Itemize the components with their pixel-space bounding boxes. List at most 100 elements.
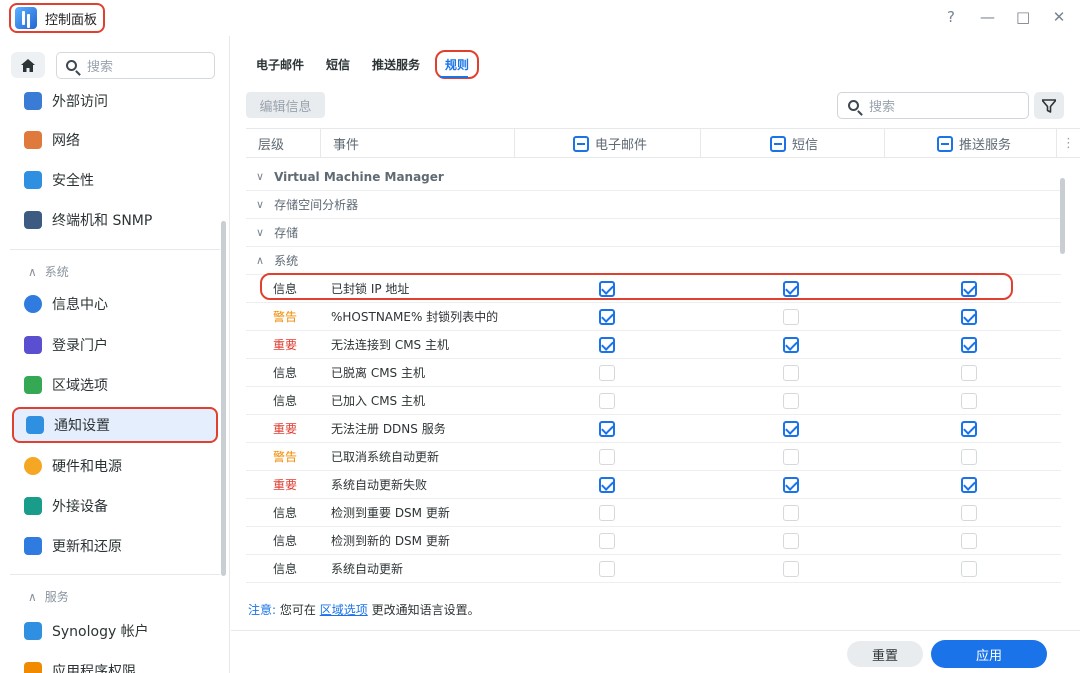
sms-select-all-checkbox[interactable] — [770, 135, 786, 152]
edit-message-button[interactable]: 编辑信息 — [246, 92, 325, 118]
apply-button[interactable]: 应用 — [931, 640, 1047, 668]
sidebar-item-shield[interactable]: 安全性 — [12, 162, 218, 198]
email-checkbox[interactable] — [599, 393, 615, 409]
push-select-all-checkbox[interactable] — [937, 135, 953, 152]
control-panel-icon — [15, 7, 37, 29]
header-sms[interactable]: 短信 — [700, 129, 884, 158]
group-row[interactable]: ∨ 存储 — [246, 219, 1061, 247]
help-icon[interactable]: ? — [944, 8, 958, 26]
chevron-down-icon: ∨ — [256, 226, 265, 239]
sidebar-item-terminal[interactable]: 终端机和 SNMP — [12, 202, 218, 238]
event-cell: 无法连接到 CMS 主机 — [331, 338, 449, 352]
push-checkbox[interactable] — [961, 365, 977, 381]
section-services[interactable]: ∧ 服务 — [28, 588, 69, 605]
maximize-icon[interactable]: □ — [1016, 8, 1030, 26]
sidebar-item-bulb[interactable]: 硬件和电源 — [12, 448, 218, 484]
push-checkbox[interactable] — [961, 561, 977, 577]
header-email[interactable]: 电子邮件 — [514, 129, 700, 158]
push-checkbox[interactable] — [961, 477, 977, 493]
close-icon[interactable]: ✕ — [1052, 8, 1066, 26]
sidebar-item-notification[interactable]: 通知设置 — [12, 407, 218, 443]
network-icon — [24, 131, 42, 149]
level-cell: 信息 — [273, 366, 298, 380]
table-scrollbar[interactable] — [1060, 178, 1065, 254]
external-access-icon — [24, 92, 42, 110]
sidebar-item-account[interactable]: Synology 帐户 — [12, 613, 218, 649]
email-checkbox[interactable] — [599, 421, 615, 437]
sidebar-item-update[interactable]: 更新和还原 — [12, 528, 218, 564]
header-level[interactable]: 层级 — [258, 129, 320, 158]
level-cell: 警告 — [273, 450, 298, 464]
push-checkbox[interactable] — [961, 393, 977, 409]
push-checkbox[interactable] — [961, 421, 977, 437]
push-checkbox[interactable] — [961, 309, 977, 325]
home-button[interactable] — [11, 52, 45, 78]
section-services-label: 服务 — [44, 590, 69, 604]
minimize-icon[interactable]: — — [980, 8, 995, 26]
sms-checkbox[interactable] — [783, 449, 799, 465]
level-cell: 重要 — [273, 422, 298, 436]
sms-checkbox[interactable] — [783, 337, 799, 353]
email-checkbox[interactable] — [599, 533, 615, 549]
sidebar-item-region-map[interactable]: 区域选项 — [12, 367, 218, 403]
header-push[interactable]: 推送服务 — [884, 129, 1056, 158]
sidebar-item-lock[interactable]: 应用程序权限 — [12, 653, 218, 673]
terminal-icon — [24, 211, 42, 229]
sms-checkbox[interactable] — [783, 561, 799, 577]
reset-button[interactable]: 重置 — [847, 641, 923, 667]
sms-checkbox[interactable] — [783, 365, 799, 381]
notification-icon — [26, 416, 44, 434]
section-system[interactable]: ∧ 系统 — [28, 263, 69, 280]
header-push-label: 推送服务 — [959, 138, 1012, 153]
push-checkbox[interactable] — [961, 533, 977, 549]
sidebar-item-info[interactable]: 信息中心 — [12, 286, 218, 322]
push-checkbox[interactable] — [961, 281, 977, 297]
chevron-up-icon: ∧ — [256, 254, 265, 267]
tab-rules[interactable]: 规则 — [435, 50, 480, 79]
group-row[interactable]: ∨ Virtual Machine Manager — [246, 163, 1061, 191]
email-checkbox[interactable] — [599, 505, 615, 521]
sidebar-item-label: 外接设备 — [52, 499, 108, 515]
sidebar-item-external-device[interactable]: 外接设备 — [12, 488, 218, 524]
email-checkbox[interactable] — [599, 365, 615, 381]
filter-button[interactable] — [1034, 92, 1064, 119]
note-text-after: 更改通知语言设置。 — [371, 603, 480, 617]
sms-checkbox[interactable] — [783, 393, 799, 409]
group-row[interactable]: ∨ 存储空间分析器 — [246, 191, 1061, 219]
sms-checkbox[interactable] — [783, 309, 799, 325]
sidebar-item-login-portal[interactable]: 登录门户 — [12, 327, 218, 363]
sms-checkbox[interactable] — [783, 533, 799, 549]
push-checkbox[interactable] — [961, 505, 977, 521]
sms-checkbox[interactable] — [783, 505, 799, 521]
sms-checkbox[interactable] — [783, 477, 799, 493]
level-cell: 信息 — [273, 534, 298, 548]
email-checkbox[interactable] — [599, 477, 615, 493]
sidebar-item-external-access[interactable]: 外部访问 — [12, 83, 218, 119]
group-row[interactable]: ∧ 系统 — [246, 247, 1061, 275]
email-checkbox[interactable] — [599, 337, 615, 353]
email-checkbox[interactable] — [599, 449, 615, 465]
email-checkbox[interactable] — [599, 281, 615, 297]
sms-checkbox[interactable] — [783, 281, 799, 297]
sidebar-scrollbar[interactable] — [221, 221, 226, 576]
sms-checkbox[interactable] — [783, 421, 799, 437]
header-event[interactable]: 事件 — [320, 129, 514, 158]
tab-bar: 电子邮件 短信 推送服务 规则 — [249, 50, 487, 79]
sidebar-search-input[interactable]: 搜索 — [56, 52, 215, 79]
group-label: 系统 — [274, 254, 299, 268]
account-icon — [24, 622, 42, 640]
email-checkbox[interactable] — [599, 309, 615, 325]
tab-email[interactable]: 电子邮件 — [249, 50, 311, 79]
column-options-icon[interactable]: ⋮ — [1056, 129, 1080, 158]
table-row: 信息 已加入 CMS 主机 — [246, 387, 1061, 415]
email-checkbox[interactable] — [599, 561, 615, 577]
tab-push[interactable]: 推送服务 — [365, 50, 427, 79]
email-select-all-checkbox[interactable] — [573, 135, 589, 152]
sidebar-item-network[interactable]: 网络 — [12, 122, 218, 158]
note-label: 注意: — [248, 603, 277, 617]
region-options-link[interactable]: 区域选项 — [320, 603, 368, 617]
tab-sms[interactable]: 短信 — [319, 50, 357, 79]
push-checkbox[interactable] — [961, 337, 977, 353]
push-checkbox[interactable] — [961, 449, 977, 465]
rules-search-input[interactable]: 搜索 — [837, 92, 1029, 119]
